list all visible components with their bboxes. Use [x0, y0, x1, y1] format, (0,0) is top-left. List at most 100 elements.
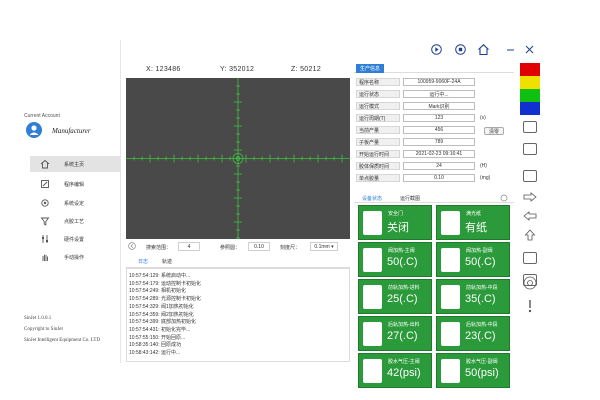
info-unit: (s) [480, 115, 486, 121]
arrow-up-icon[interactable] [524, 229, 536, 241]
toggle-icon[interactable] [523, 170, 537, 182]
avatar [26, 122, 42, 138]
lock-icon [363, 211, 382, 235]
status-card-label: 满光纸 [466, 211, 482, 217]
search-range-label: 搜索范围： [146, 245, 172, 251]
info-value: 0.10 [403, 174, 475, 182]
info-label: 程序名称 [356, 78, 400, 86]
log-line: 10:57:54:399: 底部加热初始化 [129, 319, 196, 326]
status-card-label: 后轨加热-出料 [388, 322, 420, 328]
info-label: 开始运行时间 [356, 150, 400, 158]
status-card-label: 阀加热-主阀 [388, 248, 415, 254]
log-line: 10:57:54:329: 阀1加热初始化 [129, 303, 194, 310]
play-icon[interactable] [431, 44, 442, 55]
gauge-icon [441, 359, 460, 383]
status-light [520, 89, 540, 102]
status-card: 胶水气压-副阀 50(psi) [436, 353, 510, 388]
sidebar-item-program-edit[interactable]: 程序编辑 [30, 176, 121, 192]
sidebar-item-system-settings[interactable]: 系统设定 [30, 195, 121, 211]
info-label: 单点胶量 [356, 174, 400, 182]
gauge-icon [363, 359, 382, 383]
sidebar-item-home[interactable]: 系统主页 [30, 156, 121, 172]
sliders-icon [42, 235, 48, 243]
grid-icon[interactable] [523, 252, 537, 264]
info-unit: (H) [480, 163, 487, 169]
status-card-value: 25(.C) [387, 293, 418, 305]
sidebar-item-dispense-process[interactable]: 点胶工艺 [30, 213, 121, 229]
close-icon[interactable] [524, 44, 535, 55]
status-light [520, 102, 540, 115]
info-value: 123 [403, 114, 475, 122]
log-line: 10:58:43:142: 运行中... [129, 350, 181, 356]
info-value: 2021-02-23 09:16:41 [403, 150, 475, 158]
home-icon [40, 159, 50, 169]
thermometer-icon [363, 285, 382, 309]
refresh-icon[interactable] [500, 194, 508, 202]
status-card: 后轨加热-出料 27(.C) [358, 316, 432, 351]
search-range-input[interactable]: 4 [178, 242, 200, 251]
status-card: 满光纸 有纸 [436, 205, 510, 240]
info-value: 789 [403, 138, 475, 146]
home-icon[interactable] [477, 43, 490, 56]
target-icon[interactable] [523, 276, 537, 290]
company-text: SinJet Intelligent Equipment Co. LTD [24, 338, 101, 343]
back-circle-icon[interactable] [128, 242, 136, 250]
info-label: 当前产量 [356, 126, 400, 134]
stop-icon[interactable] [455, 44, 466, 55]
sidebar-item-manual-operation[interactable]: 手动操作 [30, 249, 121, 265]
arrow-right-icon[interactable] [523, 192, 537, 202]
tab-device-status[interactable]: 设备状态 [362, 195, 382, 202]
log-line: 10:57:54:249: 相机初始化 [129, 288, 186, 295]
user-search-icon[interactable] [523, 143, 537, 155]
info-label: 胶体保质时间 [356, 162, 400, 170]
thermometer-icon [441, 322, 460, 346]
sidebar-item-label: 点胶工艺 [64, 218, 85, 225]
version-text: SinJet 1.0.0.1 [24, 316, 52, 321]
info-label: 运行状态 [356, 90, 400, 98]
status-card: 前轨加热-进料 25(.C) [358, 279, 432, 314]
status-light [520, 63, 540, 76]
info-label: 运行模式 [356, 102, 400, 110]
log-tabs [126, 256, 350, 268]
camera-view[interactable] [126, 78, 350, 239]
coord-x-value: 123486 [155, 66, 181, 73]
paper-icon [441, 211, 460, 235]
log-line: 10:57:54:289: 光源控制卡初始化 [129, 296, 201, 303]
coord-z-value: 50212 [300, 66, 322, 73]
status-card-label: 胶水气压-主阀 [388, 359, 420, 365]
status-card-value: 35(.C) [465, 293, 496, 305]
tab-production-info[interactable]: 生产信息 [356, 64, 385, 73]
tab-log[interactable]: 日志 [138, 258, 148, 265]
info-label: 运行周期(T) [356, 114, 400, 122]
gear-icon [41, 199, 49, 207]
sidebar-item-hardware-settings[interactable]: 硬件设置 [30, 231, 121, 247]
sidebar-item-label: 系统主页 [64, 161, 85, 168]
copyright-text: Copyright to SinJet [24, 327, 63, 332]
log-line: 10:57:54:431: 初始化完毕... [129, 326, 191, 333]
status-light [520, 76, 540, 89]
status-card: 安全门 关闭 [358, 205, 432, 240]
tab-run-screenshot[interactable]: 运行截图 [400, 195, 420, 202]
info-value: 运行中... [403, 90, 475, 98]
status-card-value: 50(psi) [465, 367, 499, 379]
minimize-icon[interactable] [505, 44, 516, 55]
thermometer-icon [363, 248, 382, 272]
tab-trajectory[interactable]: 轨迹 [162, 258, 172, 265]
arrow-left-icon[interactable] [523, 211, 537, 221]
status-card-label: 前轨加热-进料 [388, 285, 420, 291]
alert-icon[interactable] [525, 298, 535, 314]
hand-icon [42, 254, 48, 261]
status-card-value: 有纸 [465, 222, 487, 234]
sidebar-item-label: 程序编辑 [64, 181, 85, 188]
clear-button[interactable]: 清零 [484, 127, 504, 135]
sidebar-item-label: 系统设定 [64, 200, 85, 207]
status-card-label: 胶水气压-副阀 [466, 359, 498, 365]
status-card-label: 阀加热-副阀 [466, 248, 493, 254]
status-card: 后轨加热-中段 23(.C) [436, 316, 510, 351]
scale-select[interactable]: 0.1mm ▾ [310, 242, 338, 251]
coord-z: Z: 50212 [291, 66, 322, 73]
reference-circle-input[interactable]: 0.10 [248, 242, 270, 251]
edit-icon [41, 180, 49, 188]
monitor-icon[interactable] [523, 121, 537, 133]
thermometer-icon [441, 248, 460, 272]
